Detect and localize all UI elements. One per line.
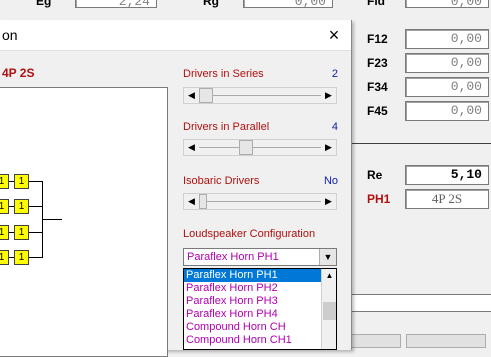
configuration-dialog: on × 4P 2S 1 1 1 1 1 1 1 1 Drivers in Se…: [0, 20, 352, 357]
isobaric-scrollbar[interactable]: ◀ ▶: [183, 193, 337, 210]
drivers-parallel-scrollbar[interactable]: ◀ ▶: [183, 139, 337, 156]
list-item[interactable]: Paraflex Horn PH3: [184, 295, 321, 308]
bg-label-ph1: PH1: [367, 192, 391, 206]
list-item[interactable]: Compound Horn CH: [184, 321, 321, 334]
listbox-vscrollbar[interactable]: ▲: [321, 269, 336, 349]
bg-value-re: 5,10: [405, 165, 489, 185]
bg-value-f23: 0,00: [405, 53, 489, 73]
drivers-parallel-label: Drivers in Parallel: [183, 121, 270, 133]
drivers-series-label: Drivers in Series: [183, 68, 264, 80]
list-item[interactable]: Paraflex Horn PH4: [184, 308, 321, 321]
wire: [29, 181, 42, 182]
bg-top-label-eg: Eg: [36, 0, 52, 8]
wire: [9, 206, 14, 207]
arrow-up-icon[interactable]: ▲: [322, 269, 336, 283]
drivers-series-value: 2: [331, 68, 338, 80]
config-label: 4P 2S: [2, 66, 35, 80]
drivers-parallel-thumb[interactable]: [239, 140, 253, 155]
wire: [29, 206, 42, 207]
isobaric-label: Isobaric Drivers: [183, 175, 260, 187]
wire: [9, 181, 14, 182]
dialog-title: on: [2, 27, 18, 43]
list-item[interactable]: Compound Horn CH1: [184, 334, 321, 347]
isobaric-value: No: [323, 175, 338, 187]
bg-button-2[interactable]: [406, 334, 486, 348]
bg-input-strip: [351, 294, 491, 312]
arrow-left-icon[interactable]: ◀: [184, 140, 199, 155]
isobaric-thumb[interactable]: [199, 194, 207, 209]
bg-value-f34: 0,00: [405, 77, 489, 97]
wire: [29, 232, 42, 233]
driver-box: 1: [0, 225, 9, 240]
driver-box: 1: [0, 199, 9, 214]
drivers-parallel-value: 4: [331, 121, 338, 133]
loudspeaker-config-label: Loudspeaker Configuration: [183, 228, 316, 240]
driver-box: 1: [14, 250, 29, 265]
loudspeaker-config-select[interactable]: Paraflex Horn PH1 ▼: [183, 248, 337, 266]
scroll-track: [199, 201, 321, 202]
bg-top-label-fld: Fld: [367, 0, 385, 8]
bg-label-f12: F12: [367, 32, 388, 46]
arrow-right-icon[interactable]: ▶: [321, 140, 336, 155]
bg-button-1[interactable]: [351, 334, 401, 348]
arrow-left-icon[interactable]: ◀: [184, 88, 199, 103]
loudspeaker-config-listbox[interactable]: Paraflex Horn PH1 Paraflex Horn PH2 Para…: [183, 268, 337, 350]
list-item[interactable]: Paraflex Horn PH2: [184, 282, 321, 295]
bg-label-re: Re: [367, 168, 383, 182]
wire: [9, 257, 14, 258]
chevron-down-icon[interactable]: ▼: [319, 249, 336, 265]
driver-box: 1: [0, 174, 9, 189]
driver-box: 1: [14, 174, 29, 189]
listbox-scroll-thumb[interactable]: [323, 302, 336, 320]
driver-box: 1: [14, 225, 29, 240]
list-item[interactable]: Paraflex Horn PH1: [184, 269, 321, 282]
loudspeaker-config-selected: Paraflex Horn PH1: [187, 251, 279, 263]
bg-value-f12: 0,00: [405, 29, 489, 49]
bg-value-f45: 0,00: [405, 101, 489, 121]
bg-label-f23: F23: [367, 56, 388, 70]
close-icon[interactable]: ×: [320, 23, 348, 47]
bg-divider: [351, 143, 491, 144]
driver-diagram-panel: 1 1 1 1 1 1 1 1: [0, 87, 168, 357]
wire: [29, 257, 42, 258]
bg-label-f34: F34: [367, 80, 388, 94]
bg-value-eg: 2,24: [75, 0, 157, 9]
driver-box: 1: [0, 250, 9, 265]
bg-value-rg: 0,00: [243, 0, 333, 9]
wire: [42, 219, 62, 220]
scroll-track: [199, 147, 321, 148]
dialog-titlebar: on ×: [0, 20, 351, 51]
bg-top-label-rg: Rg: [203, 0, 219, 8]
drivers-series-thumb[interactable]: [199, 88, 213, 103]
arrow-right-icon[interactable]: ▶: [321, 88, 336, 103]
arrow-left-icon[interactable]: ◀: [184, 194, 199, 209]
drivers-series-scrollbar[interactable]: ◀ ▶: [183, 87, 337, 104]
arrow-right-icon[interactable]: ▶: [321, 194, 336, 209]
wire: [9, 232, 14, 233]
scroll-track: [199, 95, 321, 96]
bg-value-fld: 0,00: [405, 0, 489, 9]
driver-box: 1: [14, 199, 29, 214]
bg-value-ph1: 4P 2S: [405, 189, 489, 209]
bg-label-f45: F45: [367, 104, 388, 118]
